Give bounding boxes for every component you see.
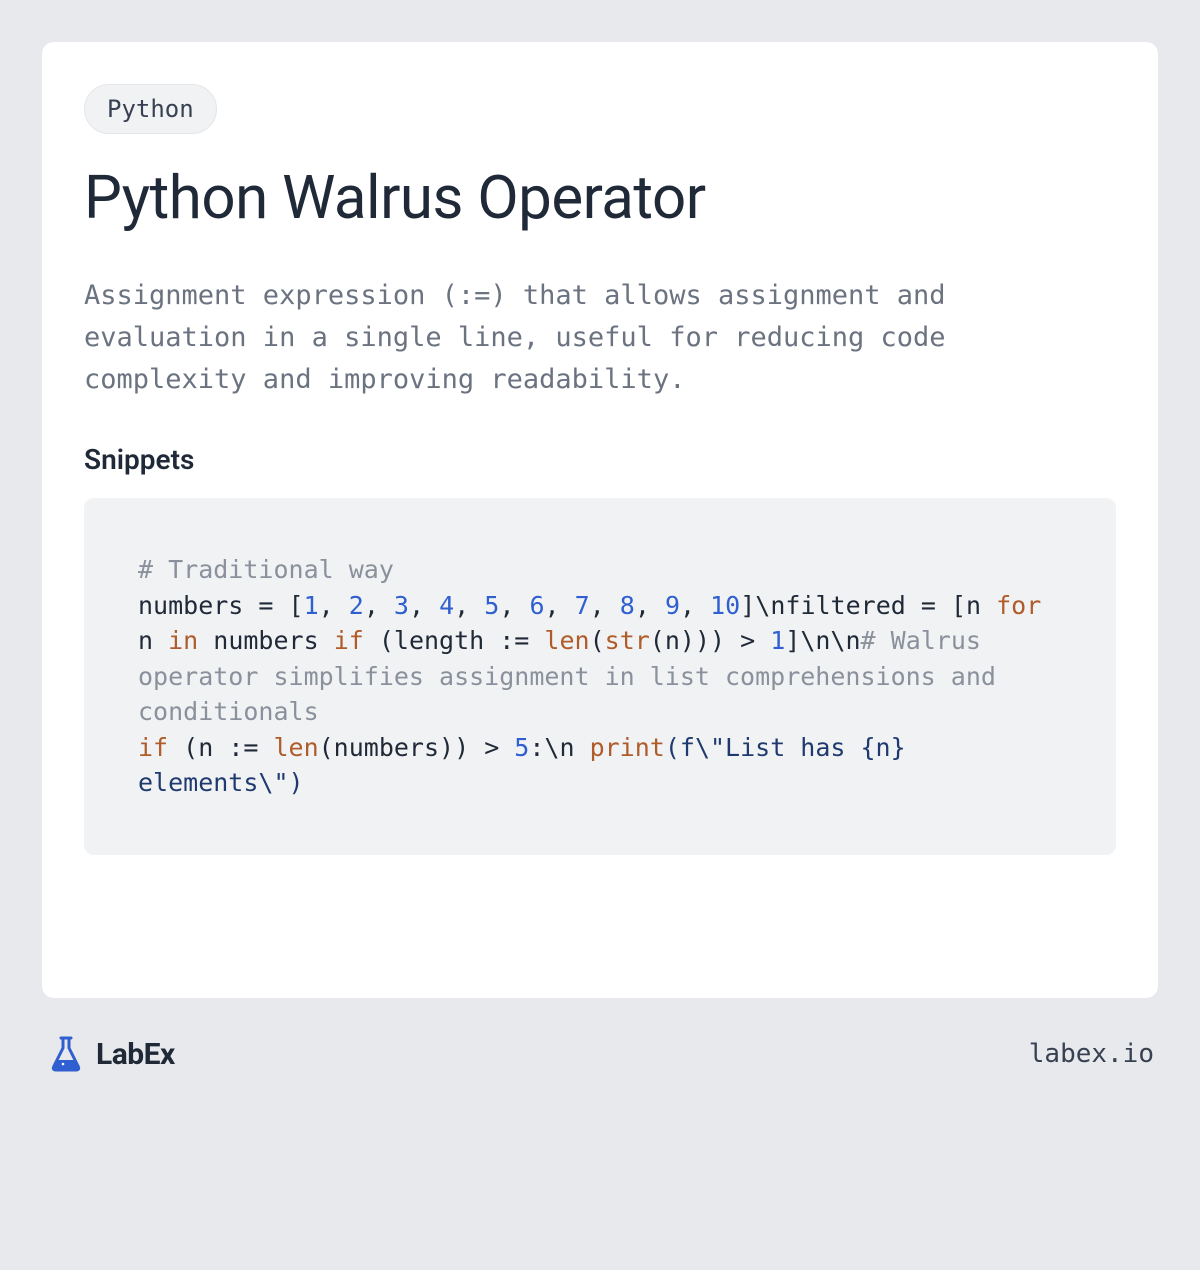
code-text: ]\n\n [785,626,860,655]
code-text: (numbers)) > [319,733,515,762]
code-text: , [590,591,620,620]
code-text: numbers = [ [138,591,304,620]
page-title: Python Walrus Operator [84,162,1116,233]
code-number: 1 [770,626,785,655]
code-text: , [545,591,575,620]
code-comment: # Traditional way [138,555,394,584]
brand-name: LabEx [96,1037,175,1072]
footer: LabEx labex.io [42,1034,1158,1074]
code-builtin: print [590,733,665,762]
code-number: 2 [349,591,364,620]
code-keyword: for [996,591,1041,620]
code-builtin: len [544,626,589,655]
snippets-heading: Snippets [84,443,1116,476]
code-text: , [499,591,529,620]
code-text: ]\nfiltered = [n [740,591,996,620]
footer-url: labex.io [1029,1039,1154,1069]
language-tag: Python [84,84,217,134]
code-number: 9 [665,591,680,620]
code-number: 5 [514,733,529,762]
code-text: , [680,591,710,620]
code-text: :\n [529,733,589,762]
code-text: (n := [168,733,273,762]
code-line: numbers = [1, 2, 3, 4, 5, 6, 7, 8, 9, 10… [138,588,1062,730]
code-number: 10 [710,591,740,620]
code-text: , [409,591,439,620]
code-line: # Traditional way [138,552,1062,588]
code-keyword: if [138,733,168,762]
code-text: n [138,626,168,655]
code-number: 6 [529,591,544,620]
code-number: 3 [394,591,409,620]
code-text: , [364,591,394,620]
brand: LabEx [46,1034,175,1074]
code-builtin: len [273,733,318,762]
code-keyword: if [334,626,364,655]
code-builtin: str [605,626,650,655]
code-number: 1 [304,591,319,620]
code-line: if (n := len(numbers)) > 5:\n print(f\"L… [138,730,1062,801]
code-number: 8 [620,591,635,620]
code-snippet: # Traditional way numbers = [1, 2, 3, 4,… [84,498,1116,855]
code-text: , [319,591,349,620]
code-number: 5 [484,591,499,620]
code-number: 4 [439,591,454,620]
code-text: (length := [364,626,545,655]
flask-icon [46,1034,86,1074]
code-text: ( [590,626,605,655]
code-keyword: in [168,626,198,655]
description-text: Assignment expression (:=) that allows a… [84,275,1116,401]
code-number: 7 [575,591,590,620]
code-text: numbers [198,626,333,655]
content-card: Python Python Walrus Operator Assignment… [42,42,1158,998]
code-text: , [635,591,665,620]
code-text: , [454,591,484,620]
code-text: (n))) > [650,626,770,655]
